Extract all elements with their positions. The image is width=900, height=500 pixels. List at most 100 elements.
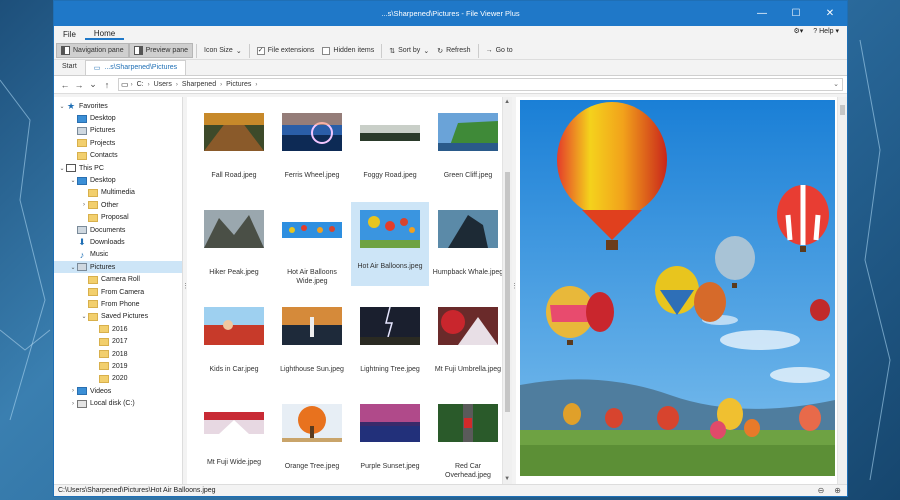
file-tile[interactable]: Lighthouse Sun.jpeg (273, 299, 351, 396)
go-to-button[interactable]: → Go to (482, 43, 517, 58)
tree-item[interactable]: From Camera (54, 286, 182, 298)
file-tile[interactable]: Foggy Road.jpeg (351, 105, 429, 202)
folder-icon (77, 151, 87, 160)
minimize-button[interactable]: — (745, 1, 779, 26)
menu-file[interactable]: File (54, 30, 85, 39)
back-button[interactable]: ← (58, 80, 72, 90)
tree-item[interactable]: Contacts (54, 150, 182, 162)
file-tile[interactable]: Purple Sunset.jpeg (351, 396, 429, 493)
tree-item[interactable]: › Local disk (C:) (54, 397, 182, 409)
forward-button[interactable]: → (72, 80, 86, 90)
file-tile[interactable]: Hot Air Balloons Wide.jpeg (273, 202, 351, 299)
file-extensions-checkbox[interactable] (256, 46, 265, 55)
settings-icon[interactable]: ⚙▾ (793, 27, 803, 35)
file-thumbnail (282, 113, 342, 151)
tree-item-label: 2019 (112, 362, 128, 370)
scroll-down-icon[interactable]: ▼ (504, 476, 510, 482)
ribbon-toolbar: Navigation pane Preview pane Icon Size ⌄… (54, 42, 847, 60)
close-button[interactable]: ✕ (813, 1, 847, 26)
crumb-pictures[interactable]: Pictures (222, 81, 255, 88)
hidden-items-checkbox[interactable] (322, 46, 331, 55)
tree-item[interactable]: Proposal (54, 212, 182, 224)
file-tile[interactable]: Hiker Peak.jpeg (195, 202, 273, 299)
tree-item[interactable]: › Other (54, 199, 182, 211)
file-tile[interactable]: Humpback Whale.jpeg (429, 202, 507, 299)
preview-scrollbar[interactable] (837, 97, 847, 484)
expand-chevron-icon[interactable]: › (69, 401, 77, 407)
navigation-pane[interactable]: ⌄ ★ Favorites Desktop Pictures Projects Contac… (54, 97, 184, 484)
tree-item[interactable]: 2019 (54, 360, 182, 372)
sort-by-button[interactable]: ⇅ Sort by ⌄ (385, 43, 433, 58)
tree-item[interactable]: Desktop (54, 112, 182, 124)
tree-item[interactable]: Projects (54, 137, 182, 149)
expand-chevron-icon[interactable]: ⌄ (69, 177, 77, 184)
tab-strip: Start ▭ ...s\Sharpened\Pictures (54, 60, 847, 76)
tree-item[interactable]: 2016 (54, 323, 182, 335)
grid-scrollbar[interactable]: ▲ ▼ (502, 97, 513, 484)
file-extensions-toggle[interactable]: File extensions (253, 43, 319, 58)
tree-item[interactable]: ⌄ Saved Pictures (54, 311, 182, 323)
tree-item[interactable]: Pictures (54, 125, 182, 137)
refresh-icon: ↻ (437, 47, 444, 55)
expand-chevron-icon[interactable]: › (69, 388, 77, 394)
tree-item[interactable]: ⌄ Pictures (54, 261, 183, 274)
file-thumbnail (438, 307, 498, 345)
file-tile[interactable]: Mt Fuji Umbrella.jpeg (429, 299, 507, 396)
tree-item[interactable]: From Phone (54, 298, 182, 310)
tree-item[interactable]: ♪ Music (54, 249, 182, 261)
expand-chevron-icon[interactable]: › (80, 202, 88, 208)
history-dropdown-button[interactable]: ⌄ (86, 79, 100, 90)
preview-pane-button[interactable]: Preview pane (128, 43, 194, 58)
file-tile[interactable]: Orange Tree.jpeg (273, 396, 351, 493)
tree-item[interactable]: Documents (54, 224, 182, 236)
zoom-out-icon[interactable]: ⊖ (818, 486, 825, 495)
crumb-drive[interactable]: C: (133, 81, 148, 88)
crumb-users[interactable]: Users (150, 81, 176, 88)
tree-item[interactable]: 2020 (54, 373, 182, 385)
up-button[interactable]: ↑ (100, 80, 114, 90)
maximize-button[interactable]: ☐ (779, 1, 813, 26)
chevron-down-icon[interactable]: ⌄ (833, 80, 839, 88)
expand-chevron-icon[interactable]: ⌄ (58, 165, 66, 172)
expand-chevron-icon[interactable]: ⌄ (80, 313, 88, 320)
app-window: ...s\Sharpened\Pictures - File Viewer Pl… (53, 0, 848, 497)
expand-chevron-icon[interactable]: ⌄ (69, 264, 77, 271)
title-bar[interactable]: ...s\Sharpened\Pictures - File Viewer Pl… (54, 1, 847, 26)
file-tile[interactable]: Kids in Car.jpeg (195, 299, 273, 396)
icon-size-label: Icon Size (204, 47, 233, 54)
tab-pictures[interactable]: ▭ ...s\Sharpened\Pictures (84, 60, 187, 75)
tree-item[interactable]: Multimedia (54, 187, 182, 199)
crumb-sharpened[interactable]: Sharpened (178, 81, 220, 88)
tree-item[interactable]: ⌄ This PC (54, 162, 182, 174)
help-button[interactable]: ? Help ▾ (813, 27, 839, 35)
navigation-pane-button[interactable]: Navigation pane (56, 43, 129, 58)
tab-start[interactable]: Start (54, 60, 85, 75)
tree-item[interactable]: 2018 (54, 348, 182, 360)
file-tile[interactable]: Green Cliff.jpeg (429, 105, 507, 202)
scrollbar-thumb[interactable] (840, 105, 845, 115)
file-tile[interactable]: Lightning Tree.jpeg (351, 299, 429, 396)
hidden-items-toggle[interactable]: Hidden items (318, 43, 378, 58)
menu-home[interactable]: Home (84, 29, 125, 40)
file-tile[interactable]: Mt Fuji Wide.jpeg (195, 396, 273, 493)
refresh-button[interactable]: ↻ Refresh (433, 43, 474, 58)
file-tile[interactable]: Ferris Wheel.jpeg (273, 105, 351, 202)
zoom-in-icon[interactable]: ⊕ (834, 486, 841, 495)
tree-item[interactable]: ⌄ ★ Favorites (54, 100, 182, 112)
tree-item[interactable]: 2017 (54, 335, 182, 347)
tree-item-label: Pictures (90, 127, 116, 135)
tree-item[interactable]: ⌄ Desktop (54, 174, 182, 186)
pic-icon (77, 126, 87, 135)
tree-item[interactable]: Camera Roll (54, 273, 182, 285)
icon-size-button[interactable]: Icon Size ⌄ (200, 43, 246, 58)
folder-icon (88, 201, 98, 210)
file-tile[interactable]: Hot Air Balloons.jpeg (351, 202, 429, 286)
scroll-up-icon[interactable]: ▲ (504, 99, 510, 105)
file-tile[interactable]: Red Car Overhead.jpeg (429, 396, 507, 493)
tree-item[interactable]: › Videos (54, 385, 182, 397)
file-tile[interactable]: Fall Road.jpeg (195, 105, 273, 202)
expand-chevron-icon[interactable]: ⌄ (58, 103, 66, 110)
tree-item[interactable]: ⬇ Downloads (54, 236, 182, 248)
breadcrumb[interactable]: ▭ › C: › Users › Sharpened › Pictures › … (118, 78, 843, 91)
scrollbar-thumb[interactable] (505, 172, 511, 412)
